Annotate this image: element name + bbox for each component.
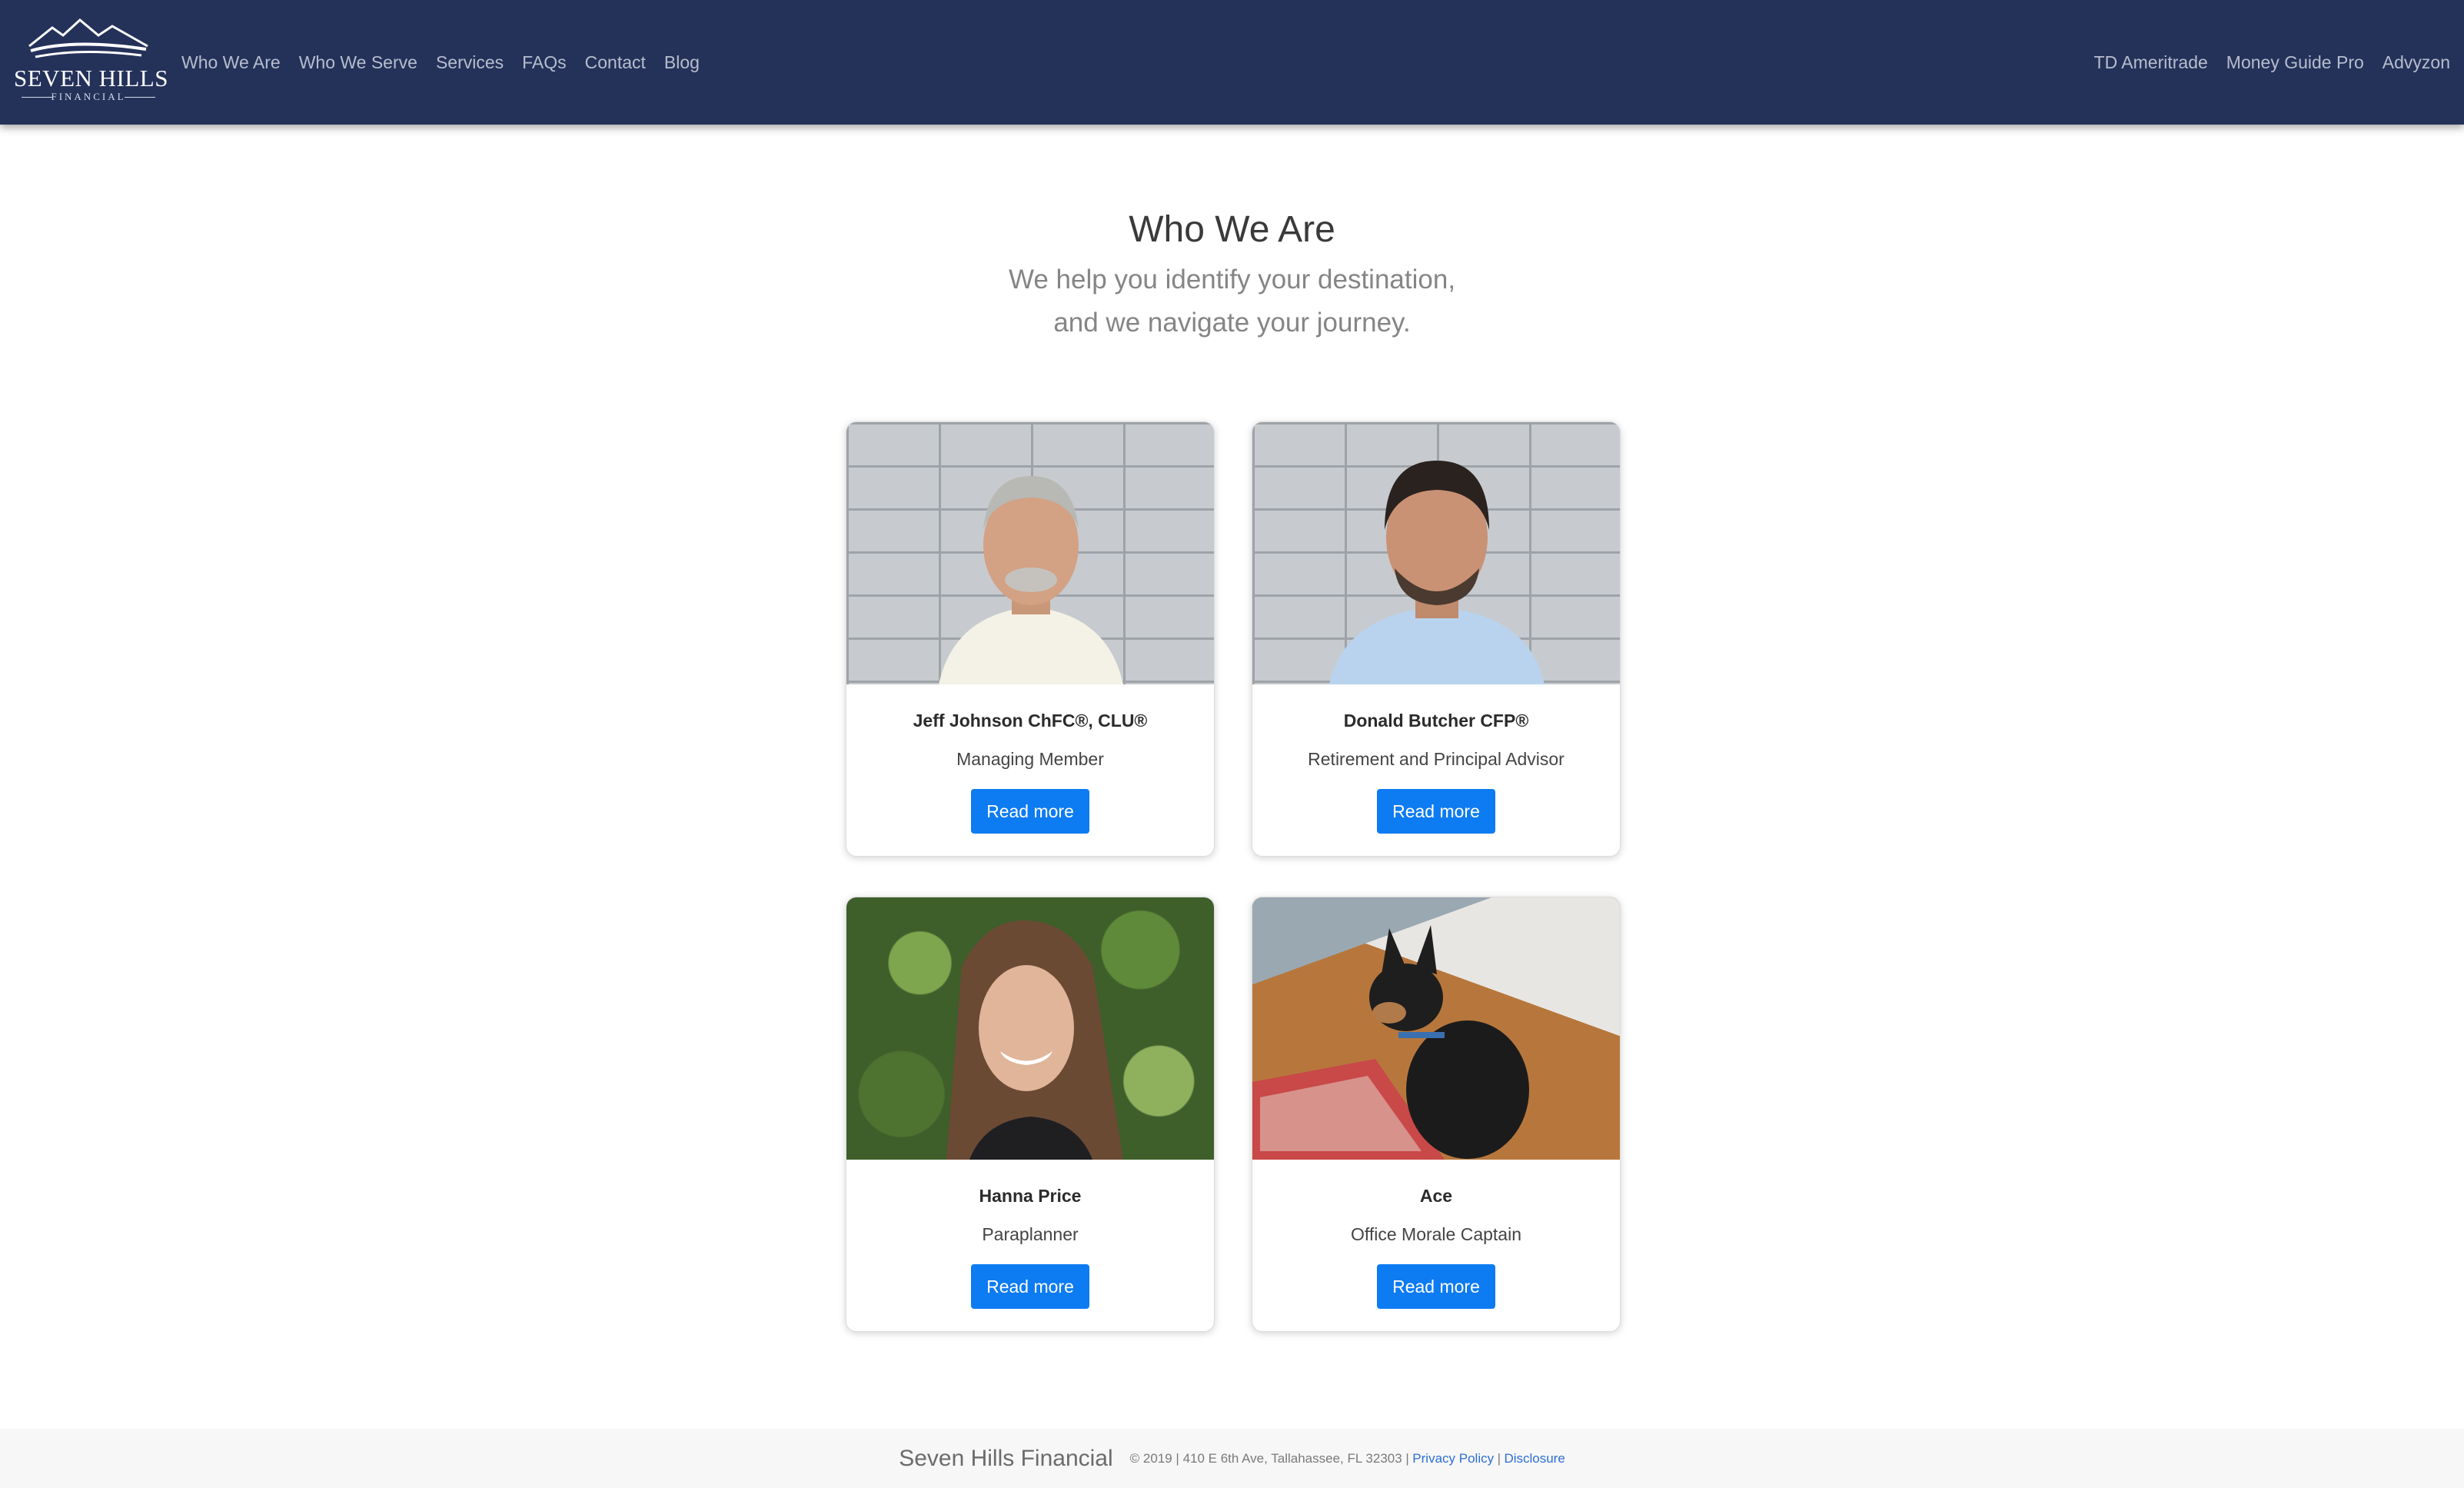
nav-link-faqs[interactable]: FAQs [513, 52, 576, 73]
nav-link-contact[interactable]: Contact [576, 52, 655, 73]
member-name: Ace [1419, 1186, 1453, 1206]
dog-photo [1252, 897, 1620, 1160]
nav-link-services[interactable]: Services [427, 52, 513, 73]
team-card: Ace Office Morale Captain Read more [1252, 897, 1621, 1332]
nav-link-who-we-serve[interactable]: Who We Serve [290, 52, 427, 73]
hero-subtitle-line1: We help you identify your destination, [1008, 265, 1456, 295]
member-name: Donald Butcher CFP® [1343, 711, 1529, 731]
brand-name: SEVEN HILLS [14, 65, 168, 92]
member-role: Paraplanner [982, 1224, 1079, 1244]
member-role: Managing Member [956, 749, 1104, 769]
portrait-photo-man-gray-hair [846, 422, 1214, 684]
team-card: Jeff Johnson ChFC®, CLU® Managing Member… [846, 421, 1215, 857]
page-title: Who We Are [1129, 209, 1335, 250]
read-more-button[interactable]: Read more [1377, 789, 1495, 834]
footer-address: © 2019 | 410 E 6th Ave, Tallahassee, FL … [1129, 1450, 1409, 1466]
nav-link-who-we-are[interactable]: Who We Are [172, 52, 290, 73]
hero-subtitle-line2: and we navigate your journey. [1053, 308, 1411, 338]
member-role: Office Morale Captain [1350, 1224, 1521, 1244]
portrait-photo-man-dark-hair [1252, 422, 1620, 684]
read-more-button[interactable]: Read more [1377, 1264, 1495, 1309]
portrait-photo-woman [846, 897, 1214, 1160]
page-footer: Seven Hills Financial © 2019 | 410 E 6th… [0, 1429, 2464, 1488]
hero-section: Who We Are We help you identify your des… [0, 201, 2464, 345]
nav-link-money-guide-pro[interactable]: Money Guide Pro [2217, 52, 2373, 73]
read-more-button[interactable]: Read more [971, 1264, 1089, 1309]
team-card: Hanna Price Paraplanner Read more [846, 897, 1215, 1332]
nav-link-td-ameritrade[interactable]: TD Ameritrade [2085, 52, 2217, 73]
team-card: Donald Butcher CFP® Retirement and Princ… [1252, 421, 1621, 857]
member-role: Retirement and Principal Advisor [1308, 749, 1565, 769]
primary-nav: Who We Are Who We Serve Services FAQs Co… [172, 0, 709, 125]
footer-separator: | [1497, 1450, 1501, 1466]
privacy-policy-link[interactable]: Privacy Policy [1412, 1451, 1494, 1466]
logo-rule-right [125, 97, 155, 98]
mountains-logo-icon [28, 18, 148, 58]
nav-link-blog[interactable]: Blog [655, 52, 709, 73]
member-name: Hanna Price [979, 1186, 1082, 1206]
read-more-button[interactable]: Read more [971, 789, 1089, 834]
nav-link-advyzon[interactable]: Advyzon [2373, 52, 2459, 73]
footer-brand: Seven Hills Financial [899, 1445, 1113, 1471]
member-name: Jeff Johnson ChFC®, CLU® [913, 711, 1148, 731]
top-navbar: SEVEN HILLS FINANCIAL Who We Are Who We … [0, 0, 2464, 125]
team-cards-grid: Jeff Johnson ChFC®, CLU® Managing Member… [846, 421, 1621, 1332]
secondary-nav: TD Ameritrade Money Guide Pro Advyzon [2085, 0, 2459, 125]
brand-logo[interactable]: SEVEN HILLS FINANCIAL [14, 14, 168, 106]
disclosure-link[interactable]: Disclosure [1504, 1451, 1565, 1466]
